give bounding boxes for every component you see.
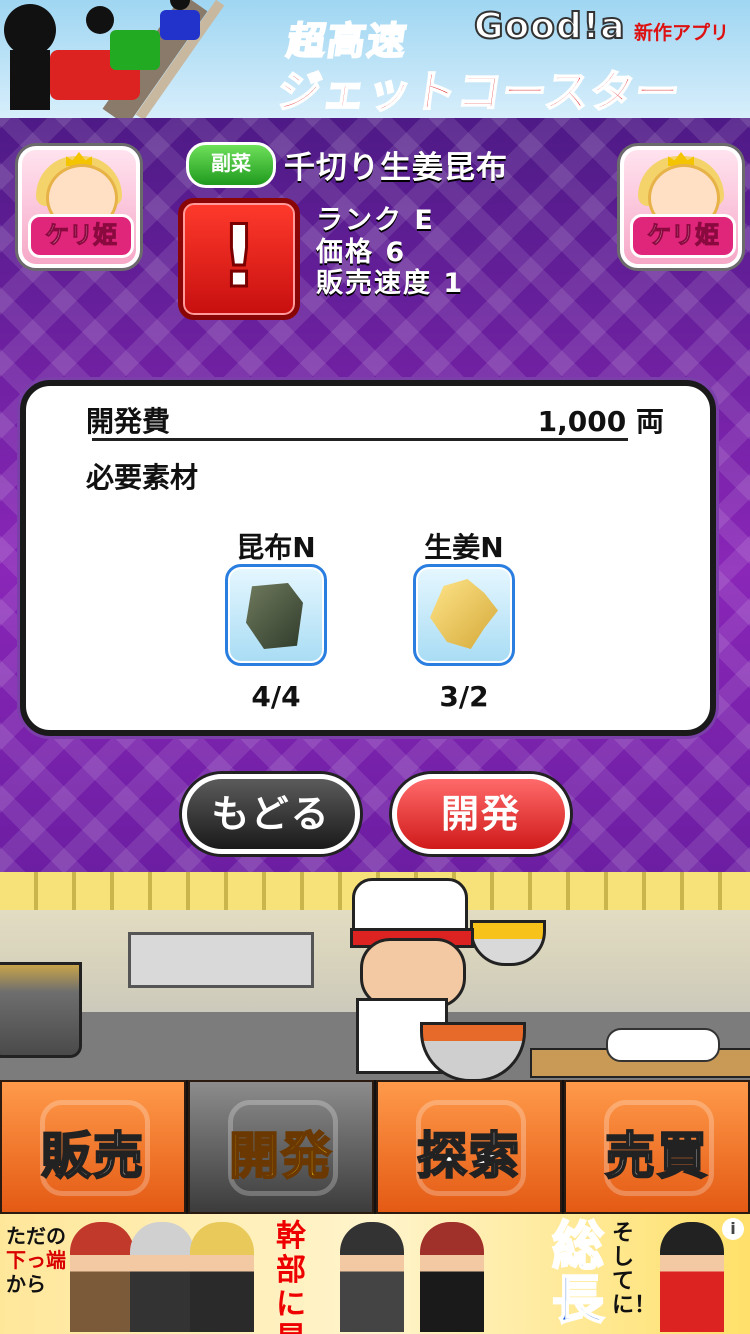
ginger-icon xyxy=(430,579,498,649)
nav-label: 売買 xyxy=(604,1126,709,1186)
dish-name: 千切り生姜昆布 xyxy=(284,150,508,186)
dish-sales-speed: 販売速度 1 xyxy=(316,268,465,299)
ad-text-a2: 下っ端 xyxy=(6,1248,66,1272)
ad-info-icon[interactable]: i xyxy=(722,1218,744,1240)
roller-coaster-illustration xyxy=(4,0,225,118)
ad-character-5 xyxy=(420,1222,484,1332)
ad-character-1 xyxy=(70,1222,134,1332)
nav-label: 探索 xyxy=(416,1126,521,1186)
materials-label: 必要素材 xyxy=(86,461,199,494)
material-count: 4/4 xyxy=(251,680,301,713)
development-info-card: 開発費 1,000 両 必要素材 昆布N 4/4 生姜N 3/2 xyxy=(20,380,716,736)
ad-character-6 xyxy=(660,1222,724,1332)
dish-icon: ! xyxy=(178,198,300,320)
ad-text-a: ただの 下っ端 から xyxy=(6,1224,66,1296)
ad-text-d: そして に！ xyxy=(612,1221,657,1318)
sink xyxy=(128,932,314,988)
nav-item-develop[interactable]: 開発 xyxy=(188,1080,374,1214)
keri-hime-badge-right[interactable]: ケリ姫 xyxy=(620,146,742,268)
top-ad-banner[interactable]: 超高速 ジェットコースター Good!a 新作アプリ xyxy=(0,0,750,118)
ad-brand-sub: 新作アプリ xyxy=(634,22,730,44)
nav-item-explore[interactable]: 探索 xyxy=(376,1080,562,1214)
kitchen-scene xyxy=(0,872,750,1080)
nav-item-sell[interactable]: 販売 xyxy=(0,1080,186,1214)
radish-icon xyxy=(606,1028,720,1062)
badge-label: ケリ姫 xyxy=(28,214,134,258)
bowl-icon xyxy=(470,920,546,966)
ad-character-3 xyxy=(190,1222,254,1332)
bottom-nav: 販売 開発 探索 売買 xyxy=(0,1080,750,1214)
nav-item-trade[interactable]: 売買 xyxy=(564,1080,750,1214)
category-tag: 副菜 xyxy=(186,142,276,188)
material-item-kelp[interactable]: 昆布N 4/4 xyxy=(221,526,331,713)
exclamation-icon: ! xyxy=(218,206,260,309)
cost-value: 1,000 両 xyxy=(537,405,664,438)
ad-character-4 xyxy=(340,1222,404,1332)
cost-label: 開発費 xyxy=(86,405,171,438)
nav-label: 開発 xyxy=(228,1126,333,1186)
badge-label: ケリ姫 xyxy=(630,214,736,258)
ad-text-b: 幹部に昇格！ xyxy=(276,1219,306,1334)
development-screen: ケリ姫 ケリ姫 副菜 千切り生姜昆布 ! ランク E 価格 6 販売速度 1 開… xyxy=(0,118,750,872)
develop-button[interactable]: 開発 xyxy=(392,774,570,854)
cost-divider xyxy=(92,438,628,441)
ad-text-a3: から xyxy=(6,1272,46,1296)
bottom-ad-banner[interactable]: ただの 下っ端 から 幹部に昇格！ 総長 そして に！ i xyxy=(0,1214,750,1334)
material-icon-frame xyxy=(225,564,327,666)
keri-hime-badge-left[interactable]: ケリ姫 xyxy=(18,146,140,268)
ad-text-c: 総長 xyxy=(551,1217,605,1331)
material-item-ginger[interactable]: 生姜N 3/2 xyxy=(409,526,519,713)
material-name: 生姜N xyxy=(424,531,504,564)
material-icon-frame xyxy=(413,564,515,666)
pot-icon xyxy=(0,962,82,1058)
ad-text-a1: ただの xyxy=(6,1224,66,1248)
ad-character-2 xyxy=(130,1222,194,1332)
ad-title-line2: ジェットコースター xyxy=(273,66,685,118)
kelp-icon xyxy=(246,583,303,649)
nav-label: 販売 xyxy=(40,1126,145,1186)
back-button[interactable]: もどる xyxy=(182,774,360,854)
material-count: 3/2 xyxy=(439,680,489,713)
ad-brand-logo: Good!a xyxy=(473,5,626,48)
material-name: 昆布N xyxy=(236,531,316,564)
